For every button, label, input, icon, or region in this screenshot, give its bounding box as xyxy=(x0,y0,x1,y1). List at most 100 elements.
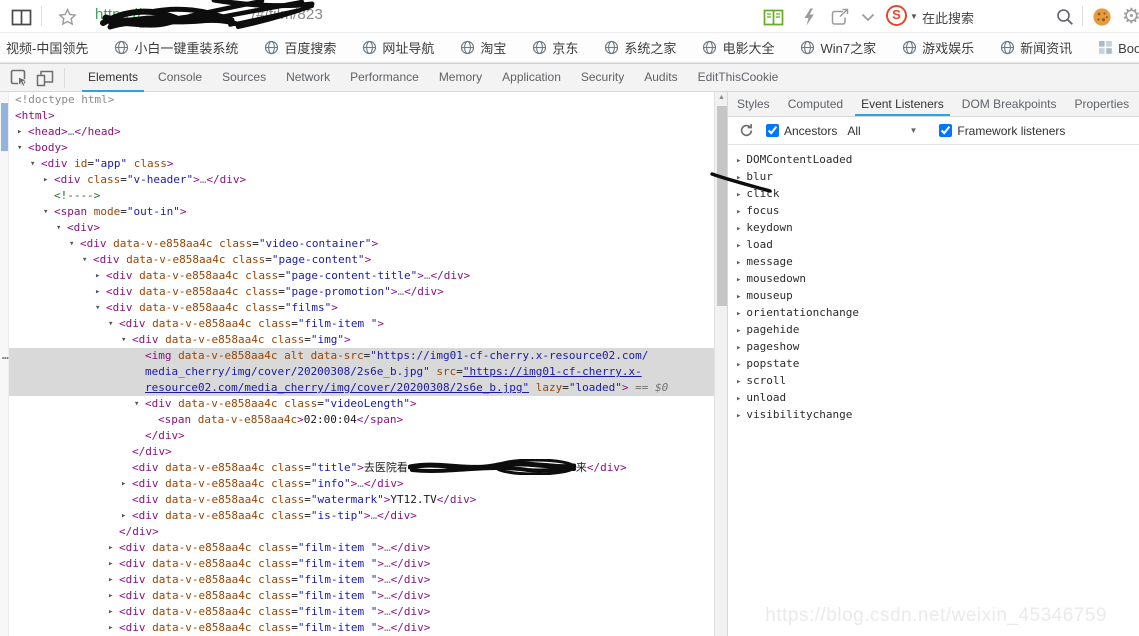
dom-node-row[interactable]: ▸<div data-v-e858aa4c class="page-conten… xyxy=(0,268,714,284)
event-listener-load[interactable]: ▸load xyxy=(728,236,1139,253)
dom-node-row[interactable]: ▾<div data-v-e858aa4c class="film-item "… xyxy=(0,316,714,332)
expand-closed-icon[interactable]: ▸ xyxy=(736,207,741,217)
expand-closed-icon[interactable]: ▸ xyxy=(736,377,741,387)
favorite-star-icon[interactable] xyxy=(55,5,79,29)
expand-closed-icon[interactable]: ▸ xyxy=(108,572,113,588)
expand-open-icon[interactable]: ▾ xyxy=(43,204,48,220)
dom-node-row[interactable]: ▸<div data-v-e858aa4c class="film-item "… xyxy=(0,572,714,588)
inspect-element-icon[interactable] xyxy=(8,68,30,88)
expand-closed-icon[interactable]: ▸ xyxy=(736,173,741,183)
bookmark-item[interactable]: 视频-中国领先 xyxy=(0,38,88,57)
devtools-tab-application[interactable]: Application xyxy=(492,64,571,92)
dom-node-row[interactable]: ▸<div data-v-e858aa4c class="film-item "… xyxy=(0,604,714,620)
event-listener-mouseup[interactable]: ▸mouseup xyxy=(728,287,1139,304)
expand-open-icon[interactable]: ▾ xyxy=(56,220,61,236)
dom-node-row[interactable]: ▸<div data-v-e858aa4c class="film-item "… xyxy=(0,620,714,636)
dom-node-row[interactable]: ▸<div data-v-e858aa4c class="page-promot… xyxy=(0,284,714,300)
expand-open-icon[interactable]: ▾ xyxy=(30,156,35,172)
bookmark-item[interactable]: 网址导航 xyxy=(362,38,434,57)
event-listener-keydown[interactable]: ▸keydown xyxy=(728,219,1139,236)
expand-open-icon[interactable]: ▾ xyxy=(95,300,100,316)
event-listener-DOMContentLoaded[interactable]: ▸DOMContentLoaded xyxy=(728,151,1139,168)
event-listener-orientationchange[interactable]: ▸orientationchange xyxy=(728,304,1139,321)
sidebar-tab-event-listeners[interactable]: Event Listeners xyxy=(852,92,953,116)
elements-scrollbar-thumb[interactable] xyxy=(717,106,727,306)
dom-node-row[interactable]: <div data-v-e858aa4c class="title">去医院看来… xyxy=(0,460,714,476)
event-listener-unload[interactable]: ▸unload xyxy=(728,389,1139,406)
dom-node-row[interactable]: ▾<div data-v-e858aa4c class="page-conten… xyxy=(0,252,714,268)
bookmark-item[interactable]: Bootstrap可视化 xyxy=(1098,38,1139,57)
dom-node-row[interactable]: ▾<body> xyxy=(0,140,714,156)
expand-closed-icon[interactable]: ▸ xyxy=(108,556,113,572)
expand-open-icon[interactable]: ▾ xyxy=(69,236,74,252)
expand-closed-icon[interactable]: ▸ xyxy=(736,343,741,353)
dom-node-row[interactable]: ▸<div data-v-e858aa4c class="info">…</di… xyxy=(0,476,714,492)
sogou-search-engine-icon[interactable]: S xyxy=(886,5,907,26)
expand-closed-icon[interactable]: ▸ xyxy=(736,292,741,302)
dom-node-row[interactable]: ▾<div> xyxy=(0,220,714,236)
expand-closed-icon[interactable]: ▸ xyxy=(17,124,22,140)
dom-node-row[interactable]: ▸<head>…</head> xyxy=(0,124,714,140)
left-scrollbar[interactable] xyxy=(0,92,9,636)
dom-node-selected[interactable]: media_cherry/img/cover/20200308/2s6e_b.j… xyxy=(0,364,714,380)
event-listener-message[interactable]: ▸message xyxy=(728,253,1139,270)
event-listener-focus[interactable]: ▸focus xyxy=(728,202,1139,219)
dom-node-row[interactable]: ▸<div data-v-e858aa4c class="film-item "… xyxy=(0,588,714,604)
expand-open-icon[interactable]: ▾ xyxy=(108,316,113,332)
dom-node-row[interactable]: </div> xyxy=(0,444,714,460)
expand-closed-icon[interactable]: ▸ xyxy=(121,508,126,524)
sidebar-tab-properties[interactable]: Properties xyxy=(1065,92,1138,116)
chevron-down-icon[interactable] xyxy=(856,5,880,29)
devtools-tab-security[interactable]: Security xyxy=(571,64,634,92)
expand-closed-icon[interactable]: ▸ xyxy=(736,258,741,268)
expand-closed-icon[interactable]: ▸ xyxy=(108,620,113,636)
dom-node-row[interactable]: <!----> xyxy=(0,188,714,204)
ancestors-checkbox[interactable] xyxy=(766,124,779,137)
event-listener-click[interactable]: ▸click xyxy=(728,185,1139,202)
dom-node-row[interactable]: </div> xyxy=(0,524,714,540)
bookmark-item[interactable]: 电影大全 xyxy=(702,38,774,57)
left-scrollbar-thumb[interactable] xyxy=(1,103,8,151)
event-listener-pagehide[interactable]: ▸pagehide xyxy=(728,321,1139,338)
dom-node-row[interactable]: <!doctype html> xyxy=(0,92,714,108)
device-toolbar-icon[interactable] xyxy=(34,68,56,88)
gear-icon[interactable]: ⚙ xyxy=(1122,4,1139,29)
expand-closed-icon[interactable]: ▸ xyxy=(108,588,113,604)
framework-listeners-checkbox[interactable] xyxy=(939,124,952,137)
expand-open-icon[interactable]: ▾ xyxy=(121,332,126,348)
devtools-tab-performance[interactable]: Performance xyxy=(340,64,429,92)
event-listener-popstate[interactable]: ▸popstate xyxy=(728,355,1139,372)
node-options-dots-icon[interactable]: … xyxy=(2,348,10,364)
bookmark-item[interactable]: 新闻资讯 xyxy=(1000,38,1072,57)
dom-node-row[interactable]: </div> xyxy=(0,428,714,444)
cookie-extension-icon[interactable] xyxy=(1090,5,1114,29)
dom-node-row[interactable]: ▾<div data-v-e858aa4c class="videoLength… xyxy=(0,396,714,412)
search-here-hint[interactable]: 在此搜索 xyxy=(922,8,974,27)
dom-node-selected[interactable]: resource02.com/media_cherry/img/cover/20… xyxy=(0,380,714,396)
bookmark-item[interactable]: 游戏娱乐 xyxy=(902,38,974,57)
expand-closed-icon[interactable]: ▸ xyxy=(736,224,741,234)
sidebar-tab-computed[interactable]: Computed xyxy=(779,92,852,116)
dom-node-row[interactable]: <div data-v-e858aa4c class="watermark">Y… xyxy=(0,492,714,508)
expand-closed-icon[interactable]: ▸ xyxy=(108,540,113,556)
dom-node-row[interactable]: ▾<div data-v-e858aa4c class="img"> xyxy=(0,332,714,348)
expand-open-icon[interactable]: ▾ xyxy=(17,140,22,156)
event-listener-mousedown[interactable]: ▸mousedown xyxy=(728,270,1139,287)
dom-node-row[interactable]: ▾<div id="app" class> xyxy=(0,156,714,172)
expand-closed-icon[interactable]: ▸ xyxy=(95,284,100,300)
bookmark-item[interactable]: 百度搜索 xyxy=(264,38,336,57)
expand-closed-icon[interactable]: ▸ xyxy=(736,411,741,421)
dom-node-row[interactable]: ▸<div class="v-header">…</div> xyxy=(0,172,714,188)
dom-node-row[interactable]: ▸<div data-v-e858aa4c class="film-item "… xyxy=(0,540,714,556)
expand-closed-icon[interactable]: ▸ xyxy=(736,241,741,251)
devtools-tab-audits[interactable]: Audits xyxy=(634,64,687,92)
expand-closed-icon[interactable]: ▸ xyxy=(43,172,48,188)
reader-mode-book-icon[interactable] xyxy=(761,5,785,29)
dom-node-selected[interactable]: …<img data-v-e858aa4c alt data-src="http… xyxy=(0,348,714,364)
expand-closed-icon[interactable]: ▸ xyxy=(736,360,741,370)
sidebar-tab-dom-breakpoints[interactable]: DOM Breakpoints xyxy=(953,92,1066,116)
bookmark-item[interactable]: Win7之家 xyxy=(800,38,876,57)
expand-open-icon[interactable]: ▾ xyxy=(134,396,139,412)
expand-closed-icon[interactable]: ▸ xyxy=(736,394,741,404)
elements-scrollbar[interactable]: ▲ xyxy=(714,92,727,636)
